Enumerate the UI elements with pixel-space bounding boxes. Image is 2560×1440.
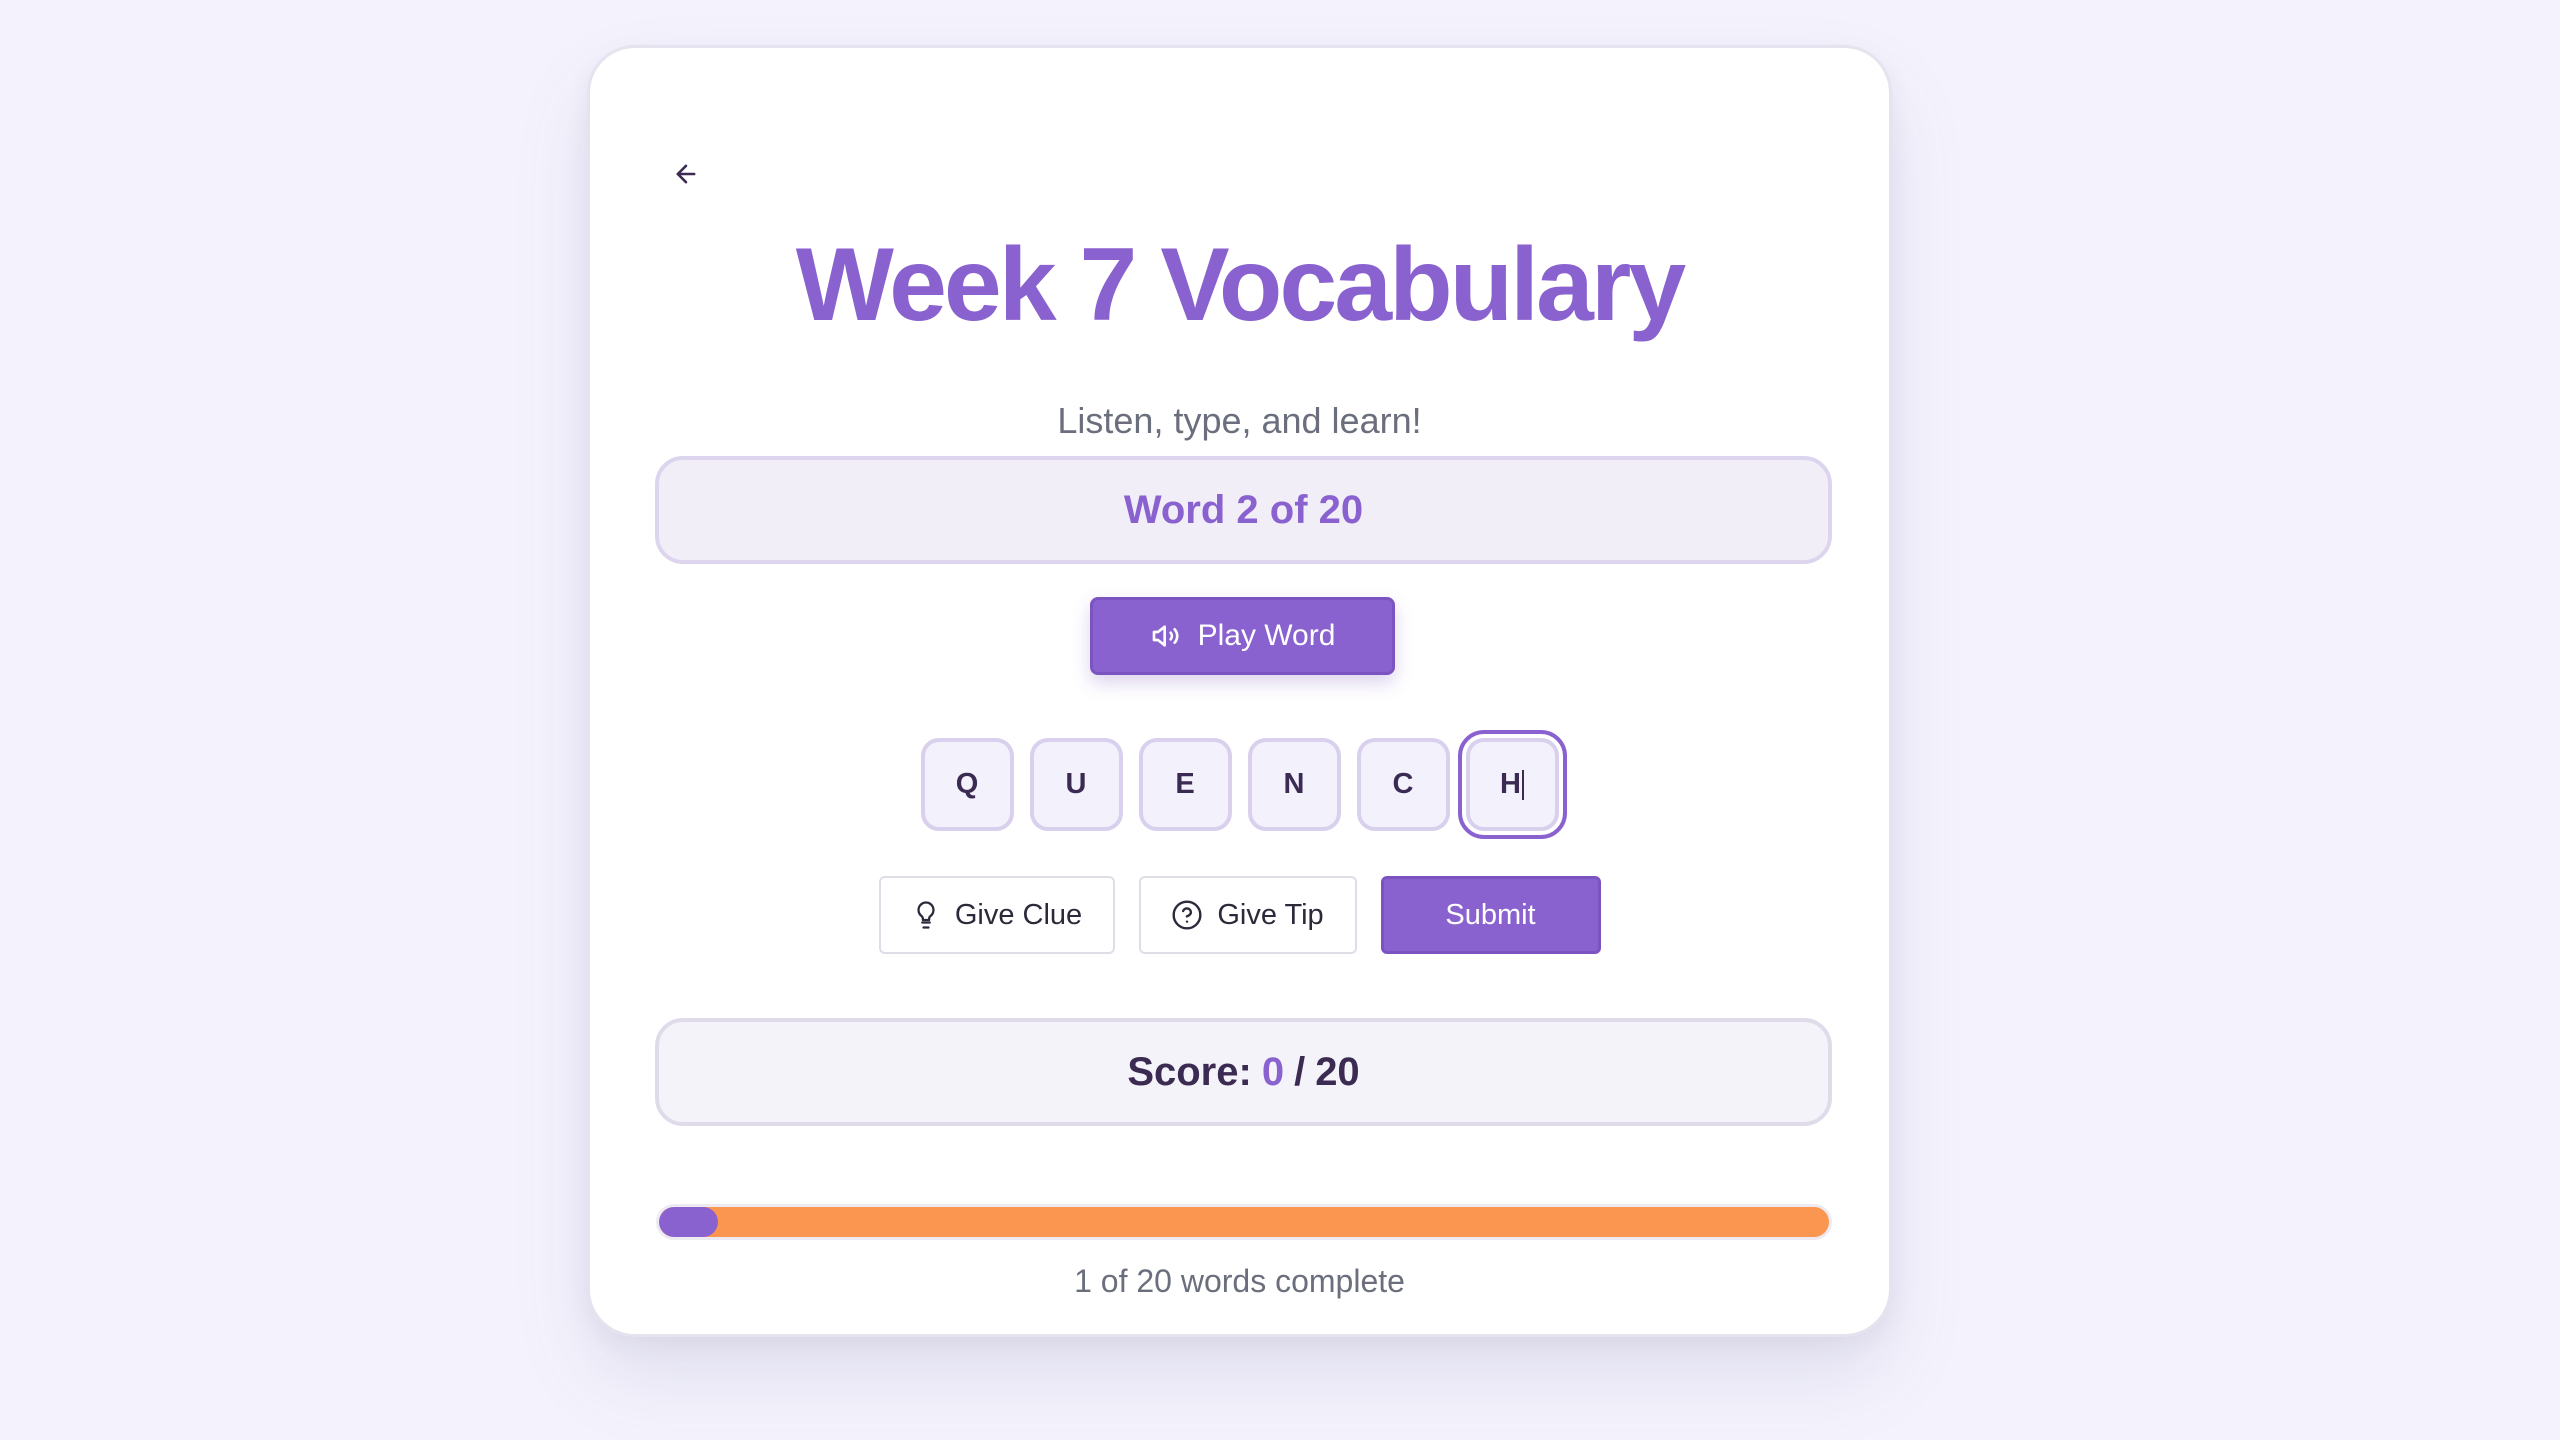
progress-text: 1 of 20 words complete [1074,1263,1405,1299]
give-clue-label: Give Clue [954,898,1083,931]
give-clue-button[interactable]: Give Clue [878,876,1115,954]
text-caret [1521,769,1524,800]
quiz-card: Week 7 Vocabulary Listen, type, and lear… [587,45,1892,1337]
letter-tile[interactable]: U [1029,738,1123,831]
letter-tile[interactable]: Q [920,738,1014,831]
score-separator: / [1294,1049,1306,1094]
speaker-icon [1152,625,1179,647]
lightbulb-icon [917,901,935,929]
score-label: Score: [1127,1049,1252,1094]
give-tip-label: Give Tip [1217,898,1324,931]
give-tip-button[interactable]: Give Tip [1138,876,1357,954]
progress-fill [659,1207,718,1237]
back-button[interactable] [658,146,714,202]
score-total: 20 [1315,1049,1360,1094]
progress-bar [656,1204,1832,1240]
word-counter-text: Word 2 of 20 [1123,487,1364,532]
page-title: Week 7 Vocabulary [795,227,1686,343]
score-box: Score: 0 / 20 [655,1018,1832,1126]
play-word-label: Play Word [1197,619,1336,652]
letter-tiles: Q U E N C H [590,730,1889,839]
letter-tile[interactable]: N [1247,738,1341,831]
action-buttons: Give Clue Give Tip Submit [590,876,1889,954]
submit-label: Submit [1445,898,1536,931]
help-circle-icon [1172,900,1202,930]
letter-tile[interactable]: E [1138,738,1232,831]
arrow-left-icon [676,164,696,184]
letter-tile[interactable]: C [1356,738,1450,831]
play-word-button[interactable]: Play Word [1090,597,1395,675]
letter-tile-active[interactable]: H [1457,730,1567,839]
submit-button[interactable]: Submit [1380,876,1601,954]
page-subtitle: Listen, type, and learn! [1057,400,1422,441]
score-value: 0 [1261,1049,1285,1094]
word-counter: Word 2 of 20 [655,456,1832,564]
